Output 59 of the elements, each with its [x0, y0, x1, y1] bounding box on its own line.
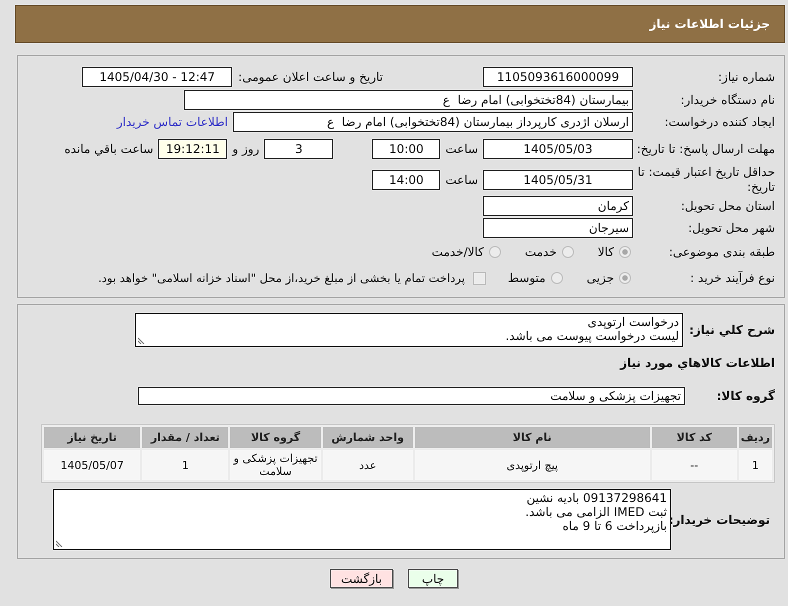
contact-info-link[interactable]: اطلاعات تماس خریدار — [116, 115, 228, 129]
print-button[interactable]: چاپ — [408, 569, 458, 588]
resize-grip-icon[interactable] — [138, 336, 146, 344]
goods-group-field[interactable]: تجهیزات پزشکی و سلامت — [138, 387, 685, 405]
column-header: واحد شمارش — [322, 427, 413, 448]
field-label: گروه کالا: — [716, 389, 775, 403]
need-number-field[interactable]: 1105093616000099 — [483, 67, 633, 87]
table-cell: -- — [652, 450, 737, 480]
days-field[interactable]: 3 — [264, 139, 334, 159]
resize-grip-icon[interactable] — [56, 539, 64, 547]
column-header: گروه کالا — [230, 427, 321, 448]
description-textarea[interactable]: درخواست ارتوپدی لیست درخواست پیوست می باشد. — [135, 313, 683, 347]
table-cell: 1405/05/07 — [44, 450, 140, 480]
column-header: ردیف — [738, 427, 772, 448]
radio-label: خدمت — [524, 245, 557, 259]
radio-label: کالا/خدمت — [432, 245, 484, 259]
buyer-notes-textarea[interactable]: 09137298641 بادیه نشین ثبت IMED الزامی می باشد. بازپرداخت 6 تا 9 ماه — [53, 489, 671, 550]
column-header: کد کالا — [652, 427, 737, 448]
field-label: نام دستگاه خریدار: — [680, 92, 775, 108]
requester-field[interactable]: ارسلان اژدری کارپرداز بیمارستان (84تختخوابی) امام رضا ع — [233, 112, 633, 132]
time-field[interactable]: 14:00 — [372, 170, 440, 190]
field-label: حداقل تاریخ اعتبار قیمت: تا تاریخ: — [636, 165, 775, 195]
table-cell: تجهیزات پزشکی و سلامت — [230, 450, 321, 480]
date-field[interactable]: 1405/05/31 — [483, 170, 633, 190]
field-label: شماره نیاز: — [717, 70, 775, 84]
column-header: نام کالا — [414, 427, 650, 448]
radio-label: جزیی — [586, 271, 614, 285]
radio-label: متوسط — [508, 271, 546, 285]
remaining-label: ساعت باقي مانده — [64, 142, 154, 156]
section-heading: اطلاعات کالاهاي مورد نیاز — [618, 355, 775, 371]
city-field[interactable]: سیرجان — [483, 218, 633, 238]
table-cell: عدد — [322, 450, 413, 480]
field-label: استان محل تحویل: — [680, 198, 775, 214]
column-header: تعداد / مقدار — [142, 427, 228, 448]
radio-label: کالا — [598, 245, 614, 259]
field-label: تاریخ و ساعت اعلان عمومی: — [238, 70, 383, 84]
time-label: ساعت — [445, 173, 478, 187]
column-header: تاریخ نیاز — [44, 427, 140, 448]
time-label: ساعت — [445, 142, 478, 156]
page-title: جزئیات اطلاعات نیاز — [649, 17, 770, 31]
field-label: توضیحات خریدار: — [671, 512, 771, 526]
days-label: روز و — [232, 142, 260, 156]
time-field[interactable]: 10:00 — [372, 139, 440, 159]
field-label: طبقه بندی موضوعی: — [668, 244, 775, 260]
date-field[interactable]: 1405/05/03 — [483, 139, 633, 159]
table-cell: 1 — [142, 450, 228, 480]
field-label: شهر محل تحویل: — [687, 220, 775, 236]
back-button[interactable]: بازگشت — [330, 569, 393, 588]
table-cell: 1 — [738, 450, 772, 480]
field-label: شرح کلي نیاز: — [688, 323, 775, 337]
province-field[interactable]: کرمان — [483, 196, 633, 216]
field-label: نوع فرآیند خرید : — [689, 270, 775, 286]
table-cell: پیچ ارتوپدی — [414, 450, 650, 480]
announcement-date-field[interactable]: 1405/04/30 - 12:47 — [82, 67, 232, 87]
buyer-org-field[interactable]: بیمارستان (84تختخوابی) امام رضا ع — [184, 90, 633, 110]
remaining-time-field[interactable]: 19:12:11 — [158, 139, 228, 159]
field-label: مهلت ارسال پاسخ: تا تاریخ: — [636, 142, 775, 156]
checkbox-label: پرداخت تمام یا بخشی از مبلغ خرید،از محل "اسناد خزانه اسلامی" خواهد بود. — [98, 271, 465, 285]
field-label: ایجاد کننده درخواست: — [663, 114, 775, 130]
